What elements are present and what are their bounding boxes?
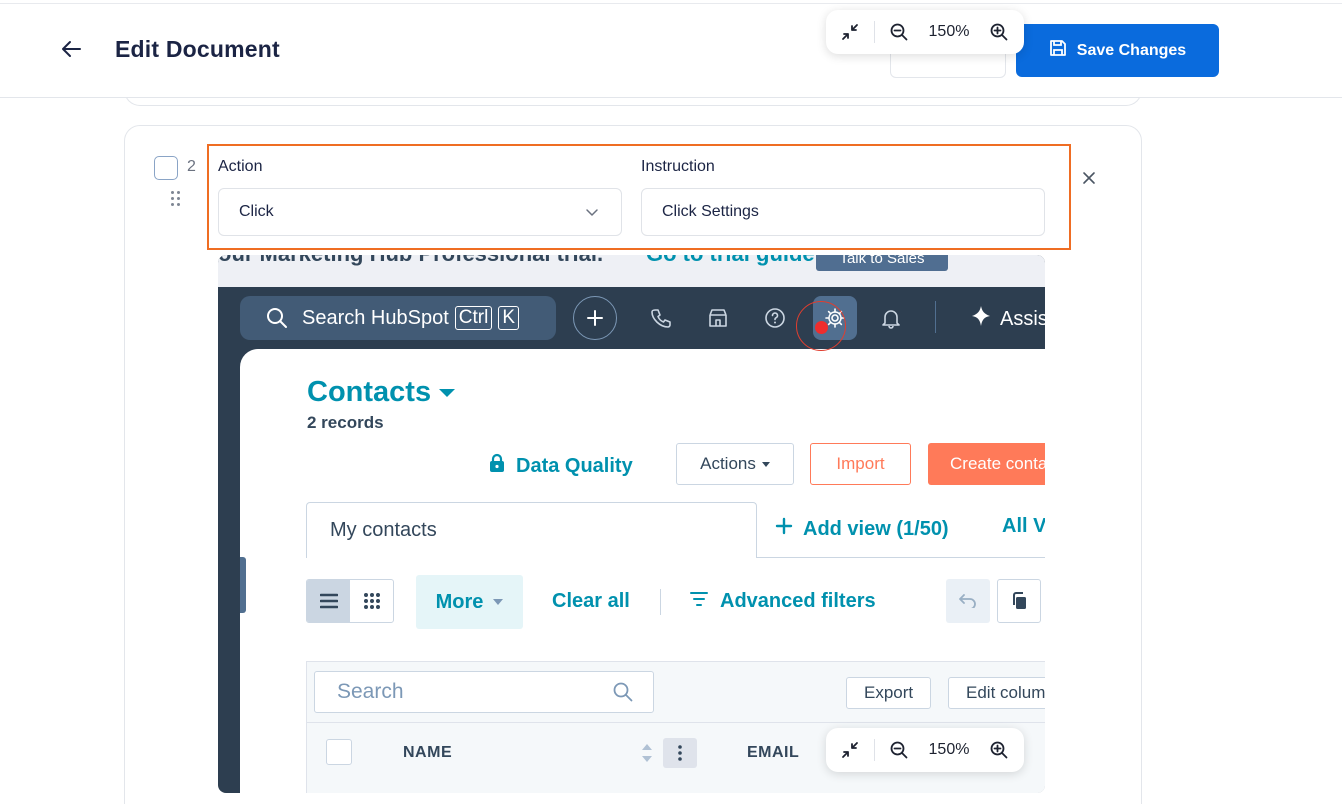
undo-icon bbox=[946, 579, 990, 623]
column-menu-icon bbox=[663, 738, 697, 768]
top-divider bbox=[0, 3, 1342, 4]
action-select[interactable]: Click bbox=[218, 188, 622, 236]
search-icon bbox=[266, 307, 288, 329]
tab-divider bbox=[757, 557, 1045, 558]
trial-text: our Marketing Hub Professional trial. bbox=[218, 255, 603, 267]
zoom-out-icon[interactable] bbox=[875, 728, 923, 772]
contacts-panel: Contacts 2 records Data Quality Actions … bbox=[240, 349, 1045, 793]
trial-banner: our Marketing Hub Professional trial. Go… bbox=[218, 255, 1045, 287]
close-icon[interactable] bbox=[1079, 168, 1099, 188]
collapse-icon[interactable] bbox=[826, 728, 874, 772]
hubspot-search-text: Search HubSpot bbox=[302, 306, 449, 329]
view-toggle bbox=[306, 579, 394, 623]
contacts-table: Search Export Edit colum NAME EMAIL bbox=[306, 661, 1045, 793]
advanced-filters-label: Advanced filters bbox=[720, 590, 876, 612]
talk-to-sales-button: Talk to Sales bbox=[816, 255, 948, 271]
caret-down-icon bbox=[761, 461, 770, 467]
contacts-title: Contacts bbox=[307, 376, 456, 409]
plus-icon bbox=[573, 296, 617, 340]
data-quality-link: Data Quality bbox=[488, 453, 633, 479]
add-view-label: Add view (1/50) bbox=[803, 517, 949, 540]
records-count: 2 records bbox=[307, 413, 384, 432]
zoom-control-top: 150% bbox=[826, 10, 1024, 54]
edit-columns-button: Edit colum bbox=[948, 677, 1045, 709]
hubspot-nav: Search HubSpot Ctrl K Assis bbox=[218, 287, 1045, 349]
data-quality-label: Data Quality bbox=[516, 454, 633, 477]
step-screenshot: our Marketing Hub Professional trial. Go… bbox=[218, 255, 1045, 793]
lock-icon bbox=[488, 453, 506, 479]
hubspot-search: Search HubSpot Ctrl K bbox=[240, 296, 556, 340]
copy-icon bbox=[997, 579, 1041, 623]
collapse-icon[interactable] bbox=[826, 10, 874, 54]
header: Edit Document Save Changes bbox=[0, 0, 1342, 98]
trial-guide-link: Go to trial guide bbox=[646, 255, 815, 267]
instruction-value: Click Settings bbox=[662, 203, 759, 220]
add-view-link: Add view (1/50) bbox=[775, 517, 949, 541]
select-all-checkbox bbox=[326, 739, 352, 765]
save-changes-button[interactable]: Save Changes bbox=[1016, 24, 1219, 77]
tab-my-contacts: My contacts bbox=[306, 502, 757, 558]
back-arrow-icon[interactable] bbox=[56, 34, 86, 64]
all-views-link: All V bbox=[1002, 515, 1045, 537]
zoom-control-bottom: 150% bbox=[826, 728, 1024, 772]
more-button: More bbox=[416, 575, 523, 629]
zoom-level: 150% bbox=[928, 23, 970, 40]
grid-view-icon bbox=[350, 580, 393, 622]
assistant-button: Assis bbox=[970, 305, 1045, 333]
export-button: Export bbox=[846, 677, 932, 709]
advanced-filters-link: Advanced filters bbox=[690, 590, 876, 613]
instruction-label: Instruction bbox=[641, 158, 715, 175]
import-button: Import bbox=[810, 443, 911, 485]
kbd-k: K bbox=[498, 306, 520, 330]
filter-icon bbox=[690, 590, 708, 613]
step-checkbox[interactable] bbox=[154, 156, 178, 180]
column-name: NAME bbox=[403, 744, 453, 761]
table-search-input: Search bbox=[314, 671, 654, 713]
more-label: More bbox=[435, 590, 484, 613]
marketplace-icon bbox=[703, 303, 733, 333]
clear-all-link: Clear all bbox=[552, 590, 630, 612]
nav-divider bbox=[935, 301, 936, 333]
bell-icon bbox=[876, 303, 906, 333]
phone-icon bbox=[646, 303, 676, 333]
contacts-title-text: Contacts bbox=[307, 376, 432, 408]
side-panel-tab bbox=[240, 557, 246, 613]
instruction-input[interactable]: Click Settings bbox=[641, 188, 1045, 236]
chevron-down-icon bbox=[585, 205, 599, 224]
zoom-level: 150% bbox=[928, 741, 970, 758]
click-indicator-dot bbox=[815, 321, 828, 334]
save-icon bbox=[1049, 39, 1067, 62]
list-view-icon bbox=[307, 580, 350, 622]
actions-button: Actions bbox=[676, 443, 794, 485]
action-value: Click bbox=[239, 203, 274, 220]
column-email: EMAIL bbox=[747, 744, 800, 761]
zoom-out-icon[interactable] bbox=[875, 10, 923, 54]
sparkle-icon bbox=[970, 305, 992, 333]
search-icon bbox=[613, 682, 633, 708]
caret-down-icon bbox=[493, 599, 504, 605]
actions-label: Actions bbox=[700, 454, 756, 473]
zoom-in-icon[interactable] bbox=[975, 10, 1023, 54]
help-icon bbox=[760, 303, 790, 333]
zoom-in-icon[interactable] bbox=[975, 728, 1023, 772]
save-changes-label: Save Changes bbox=[1076, 41, 1187, 59]
filter-divider bbox=[660, 589, 661, 615]
action-label: Action bbox=[218, 158, 263, 175]
sort-icon bbox=[641, 740, 653, 766]
drag-handle-icon[interactable] bbox=[170, 190, 182, 206]
plus-icon bbox=[775, 517, 793, 541]
kbd-ctrl: Ctrl bbox=[454, 306, 493, 330]
page-title: Edit Document bbox=[115, 36, 280, 62]
step-number: 2 bbox=[187, 158, 196, 175]
table-search-placeholder: Search bbox=[337, 680, 404, 703]
caret-down-icon bbox=[439, 388, 456, 397]
create-contact-button: Create conta bbox=[928, 443, 1045, 485]
edit-document-page: Edit Document Save Changes 150% 2 Action bbox=[0, 0, 1342, 804]
assistant-label: Assis bbox=[1000, 307, 1045, 330]
